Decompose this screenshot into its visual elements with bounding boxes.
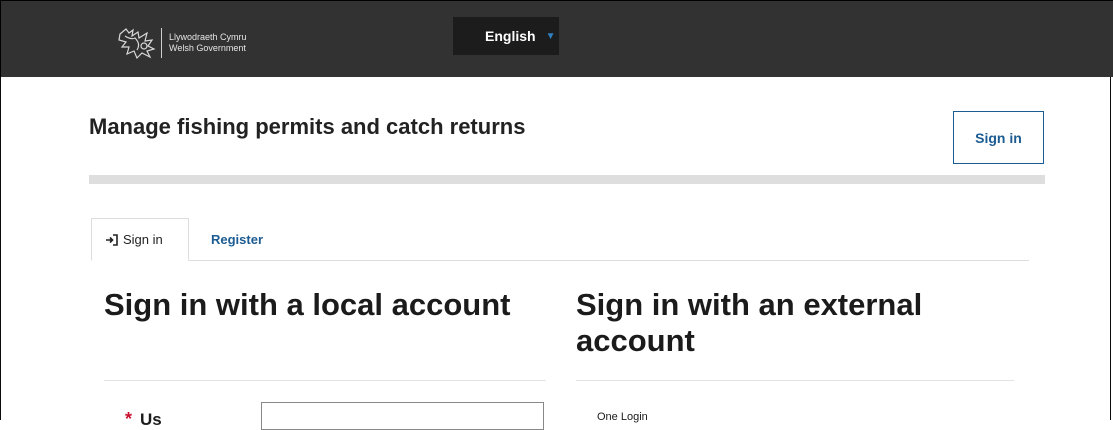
header-divider-bar (89, 175, 1045, 184)
tabs-underline (91, 260, 1029, 261)
tab-sign-in-label: Sign in (123, 232, 163, 247)
username-input[interactable] (261, 402, 544, 430)
language-selector[interactable]: English ▼ (453, 17, 559, 55)
external-account-heading: Sign in with an external account (576, 287, 923, 358)
sign-in-icon (105, 233, 118, 246)
chevron-down-icon: ▼ (545, 30, 556, 42)
logo-text-welsh: Llywodraeth Cymru (169, 32, 247, 42)
local-account-heading: Sign in with a local account (104, 287, 511, 322)
logo-text: Llywodraeth Cymru Welsh Government (169, 32, 247, 54)
tab-sign-in[interactable]: Sign in (91, 218, 189, 261)
sign-in-button[interactable]: Sign in (953, 111, 1044, 164)
page-title: Manage fishing permits and catch returns (89, 114, 526, 139)
one-login-provider[interactable]: One Login (597, 411, 648, 423)
logo-text-english: Welsh Government (169, 43, 246, 53)
external-heading-rule (576, 380, 1014, 381)
welsh-government-logo[interactable]: Llywodraeth Cymru Welsh Government (117, 24, 247, 62)
logo-divider (161, 28, 162, 58)
local-heading-rule (104, 380, 546, 381)
username-label: Us (140, 410, 162, 429)
tab-register[interactable]: Register (211, 232, 263, 247)
language-label: English (485, 28, 536, 44)
top-navigation-bar: Llywodraeth Cymru Welsh Government Engli… (0, 0, 1113, 77)
dragon-icon (118, 28, 156, 60)
